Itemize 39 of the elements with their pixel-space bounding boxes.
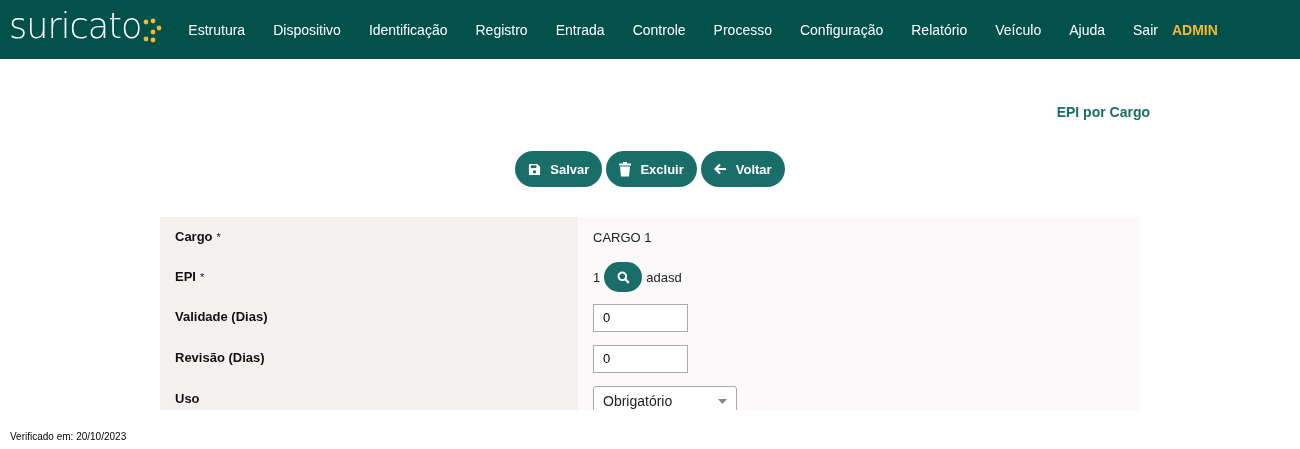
search-icon bbox=[616, 270, 630, 284]
field-label: EPI bbox=[175, 269, 196, 284]
field-label: Uso bbox=[175, 391, 200, 406]
page-title: EPI por Cargo bbox=[1056, 104, 1150, 122]
input-field[interactable]: 0 bbox=[593, 303, 688, 332]
nav-link[interactable]: Processo bbox=[713, 21, 772, 38]
user-link[interactable]: ADMIN bbox=[1171, 21, 1218, 38]
field-label: Validade (Dias) bbox=[175, 309, 268, 324]
nav-link[interactable]: Estrutura bbox=[188, 21, 246, 38]
nav-link[interactable]: Veículo bbox=[995, 21, 1042, 38]
nav-link[interactable]: Entrada bbox=[555, 21, 605, 38]
search-button[interactable] bbox=[604, 262, 643, 292]
logo-dots-icon bbox=[142, 16, 163, 43]
required-mark: * bbox=[216, 231, 221, 243]
nav-link[interactable]: Controle bbox=[632, 21, 686, 38]
arrow-left-icon bbox=[713, 163, 727, 175]
floppy-icon bbox=[528, 162, 542, 176]
select-field[interactable]: Obrigatório bbox=[593, 386, 737, 410]
nav-link[interactable]: Ajuda bbox=[1069, 21, 1105, 38]
nav-link[interactable]: Identificação bbox=[368, 21, 448, 38]
field-label: Revisão (Dias) bbox=[175, 350, 265, 365]
delete-button[interactable]: Excluir bbox=[606, 151, 697, 187]
required-mark: * bbox=[199, 271, 205, 283]
trash-icon bbox=[619, 161, 632, 177]
field-value: adasd bbox=[646, 269, 682, 285]
nav-link[interactable]: Configuração bbox=[799, 21, 884, 38]
nav-link[interactable]: Relatório bbox=[911, 21, 968, 38]
input-field[interactable]: 0 bbox=[593, 344, 688, 373]
verified-date: Verificado em: 20/10/2023 bbox=[10, 431, 127, 442]
save-button[interactable]: Salvar bbox=[515, 151, 603, 187]
caret-icon bbox=[718, 398, 727, 404]
field-label: Cargo bbox=[175, 229, 213, 244]
nav-link[interactable]: Sair bbox=[1133, 21, 1158, 38]
logo[interactable]: suricato bbox=[9, 9, 142, 44]
nav-link[interactable]: Registro bbox=[475, 21, 528, 38]
back-button[interactable]: Voltar bbox=[700, 151, 785, 187]
code-value: 1 bbox=[593, 269, 601, 285]
nav-link[interactable]: Dispositivo bbox=[273, 21, 341, 38]
field-value: CARGO 1 bbox=[593, 229, 652, 245]
